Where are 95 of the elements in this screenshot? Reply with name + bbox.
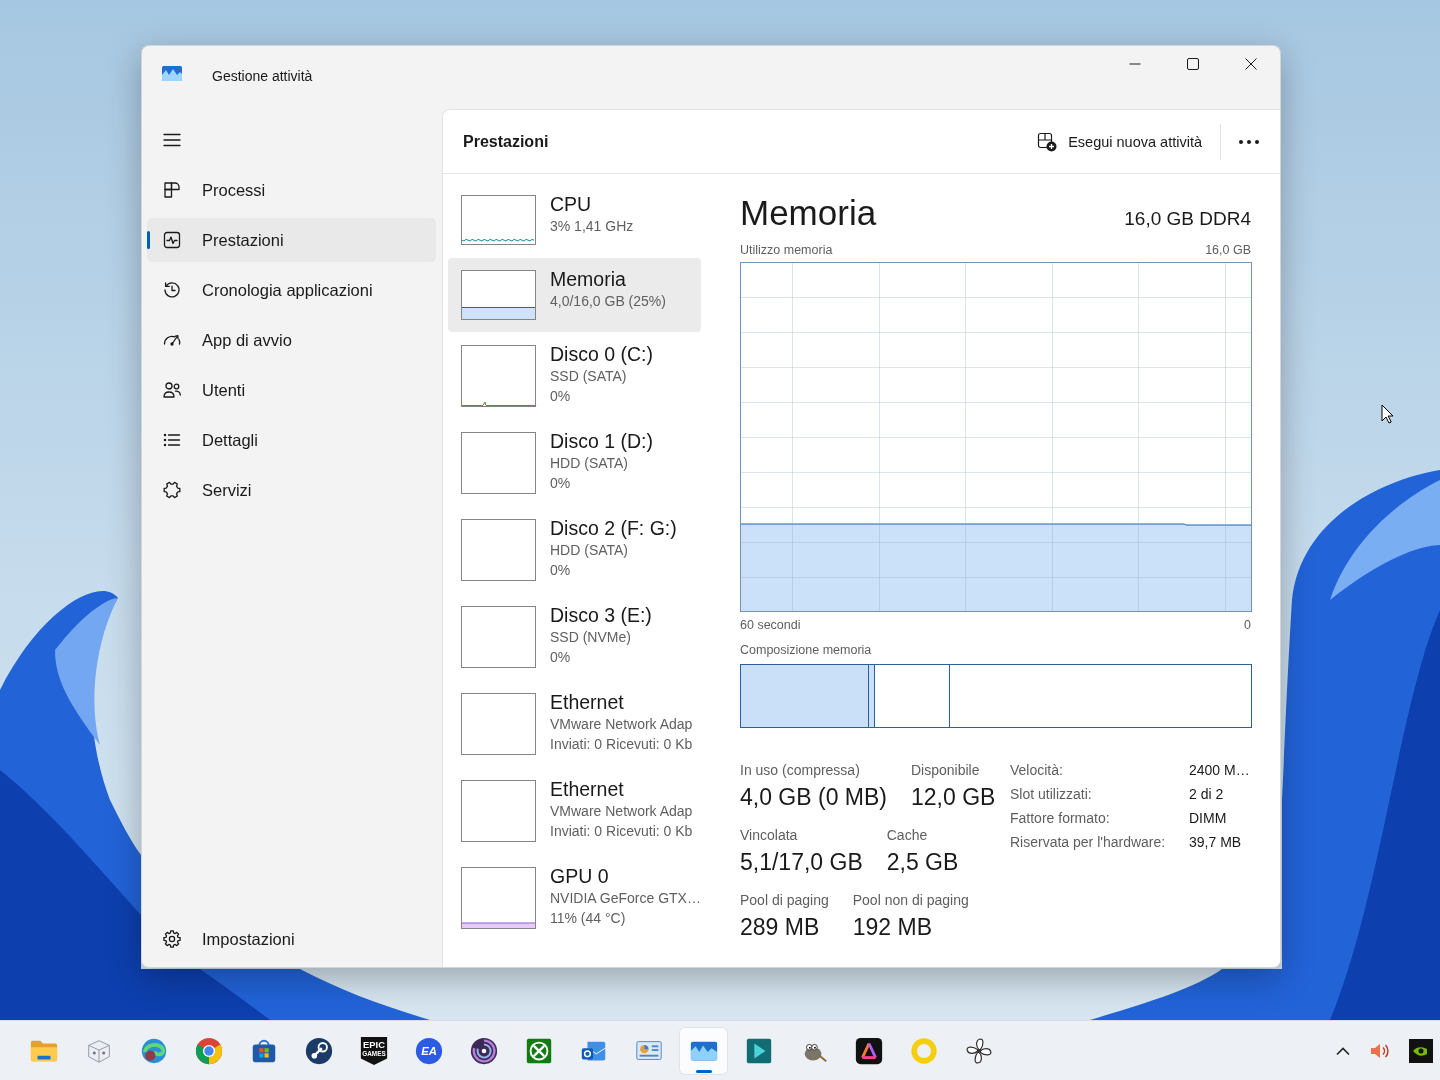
nav-item[interactable]: Impostazioni xyxy=(147,917,436,961)
device-name: Memoria xyxy=(550,267,627,291)
device-list-item[interactable]: GPU 0 NVIDIA GeForce GTX… 11% (44 °C) xyxy=(448,855,701,941)
device-detail: SSD (SATA) xyxy=(550,367,628,386)
linkage-disc-icon[interactable] xyxy=(303,1035,334,1066)
property-label: Slot utilizzati: xyxy=(1010,785,1093,804)
device-detail: 0% xyxy=(550,648,572,667)
graph-end-label: 0 xyxy=(1244,617,1251,633)
device-list-item[interactable]: Disco 2 (F: G:) HDD (SATA) 0% xyxy=(448,507,701,593)
selection-indicator-icon xyxy=(147,231,150,249)
device-detail: 0% xyxy=(550,561,572,580)
window-add-icon xyxy=(1037,131,1058,152)
device-detail: Inviati: 0 Ricevuti: 0 Kb xyxy=(550,822,693,841)
triangle-logo-icon[interactable] xyxy=(853,1035,884,1066)
stat-label: Pool non di paging xyxy=(852,891,969,909)
property-label: Fattore formato: xyxy=(1010,809,1111,828)
nav-item[interactable]: Prestazioni xyxy=(147,218,436,262)
eye-tile-icon[interactable] xyxy=(1409,1038,1433,1063)
stat-value: 12,0 GB xyxy=(911,783,996,811)
property-value: 2400 M… xyxy=(1189,761,1250,780)
history-icon xyxy=(162,280,182,300)
device-detail: 11% (44 °C) xyxy=(550,909,627,928)
device-detail: HDD (SATA) xyxy=(550,541,630,560)
device-list-item[interactable]: Memoria 4,0/16,0 GB (25%) xyxy=(448,258,701,332)
stat-label: Pool di paging xyxy=(740,891,829,909)
property-value: 2 di 2 xyxy=(1189,785,1225,804)
device-detail: 4,0/16,0 GB (25%) xyxy=(550,292,666,311)
detail-title: Memoria xyxy=(740,192,877,234)
device-detail: Inviati: 0 Ricevuti: 0 Kb xyxy=(550,735,693,754)
shield-logo-icon[interactable]: EPIC GAMES xyxy=(358,1035,389,1066)
device-name: Disco 0 (C:) xyxy=(550,342,653,366)
device-detail: HDD (SATA) xyxy=(550,454,630,473)
stat-label: In uso (compressa) xyxy=(740,761,861,779)
more-options-icon[interactable] xyxy=(1238,138,1260,145)
nav-item[interactable]: Dettagli xyxy=(147,418,436,462)
device-detail: VMware Network Adap xyxy=(550,802,693,821)
device-list-item[interactable]: Disco 3 (E:) SSD (NVMe) 0% xyxy=(448,594,701,680)
settings-icon xyxy=(162,929,182,949)
maximize-icon[interactable] xyxy=(1187,58,1199,70)
taskbar-button[interactable] xyxy=(680,1027,727,1074)
nav-item[interactable]: Processi xyxy=(147,168,436,212)
device-name: CPU xyxy=(550,192,593,216)
composition-label: Composizione memoria xyxy=(740,642,873,658)
mouse-pointer-icon xyxy=(1381,404,1394,424)
graph-time-label: 60 secondi xyxy=(740,617,801,633)
device-name: Disco 1 (D:) xyxy=(550,429,653,453)
property-label: Velocità: xyxy=(1010,761,1064,780)
stat-label: Vincolata xyxy=(740,826,799,844)
graph-max-label: 16,0 GB xyxy=(1205,242,1251,258)
device-name: Ethernet xyxy=(550,690,625,714)
property-label: Riservata per l'hardware: xyxy=(1010,833,1167,852)
device-detail: 0% xyxy=(550,474,572,493)
spiral-icon[interactable] xyxy=(468,1035,499,1066)
device-list-item[interactable]: Disco 1 (D:) HDD (SATA) 0% xyxy=(448,420,701,506)
device-name: Disco 2 (F: G:) xyxy=(550,516,677,540)
device-name: Ethernet xyxy=(550,777,625,801)
device-detail: 3% 1,41 GHz xyxy=(550,217,634,236)
stat-value: 2,5 GB xyxy=(886,848,959,876)
device-detail: NVIDIA GeForce GTX… xyxy=(550,889,701,908)
stat-value: 5,1/17,0 GB xyxy=(740,848,863,876)
run-new-task-button[interactable]: Esegui nuova attività xyxy=(1027,123,1212,160)
property-value: DIMM xyxy=(1189,809,1228,828)
pulse-icon xyxy=(162,230,182,250)
device-list-item[interactable]: Disco 0 (C:) SSD (SATA) 0% xyxy=(448,333,701,419)
device-detail: VMware Network Adap xyxy=(550,715,693,734)
stat-label: Disponibile xyxy=(911,761,981,779)
device-detail: SSD (NVMe) xyxy=(550,628,632,647)
stat-value: 289 MB xyxy=(740,913,821,941)
device-name: Disco 3 (E:) xyxy=(550,603,652,627)
nav-item[interactable]: App di avvio xyxy=(147,318,436,362)
device-list-item[interactable]: CPU 3% 1,41 GHz xyxy=(448,183,701,257)
close-icon[interactable] xyxy=(1245,58,1257,70)
window-title: Gestione attività xyxy=(212,68,313,84)
nav-item[interactable]: Cronologia applicazioni xyxy=(147,268,436,312)
lettered-disc-icon[interactable]: EA xyxy=(413,1035,444,1066)
wave-chart-icon xyxy=(162,66,182,81)
stat-label: Cache xyxy=(886,826,929,844)
nav-item[interactable]: Servizi xyxy=(147,468,436,512)
device-list-item[interactable]: Ethernet VMware Network Adap Inviati: 0 Ricevuti: 0 Kb xyxy=(448,768,701,854)
device-name: GPU 0 xyxy=(550,864,610,888)
graph-label: Utilizzo memoria xyxy=(740,242,833,258)
memory-spec: 16,0 GB DDR4 xyxy=(1124,208,1251,230)
page-title: Prestazioni xyxy=(463,132,549,151)
cog-icon xyxy=(162,480,182,500)
running-indicator-icon xyxy=(696,1069,712,1073)
nav-item[interactable]: Utenti xyxy=(147,368,436,412)
grid-icon xyxy=(162,180,182,200)
tricolor-circle-icon[interactable] xyxy=(193,1035,224,1066)
device-list-item[interactable]: Ethernet VMware Network Adap Inviati: 0 Ricevuti: 0 Kb xyxy=(448,681,701,767)
property-value: 39,7 MB xyxy=(1189,833,1243,852)
users-icon xyxy=(162,380,182,400)
stat-value: 4,0 GB (0 MB) xyxy=(740,783,887,811)
fan-icon[interactable] xyxy=(963,1035,994,1066)
device-detail: 0% xyxy=(550,387,572,406)
stat-value: 192 MB xyxy=(852,913,933,941)
